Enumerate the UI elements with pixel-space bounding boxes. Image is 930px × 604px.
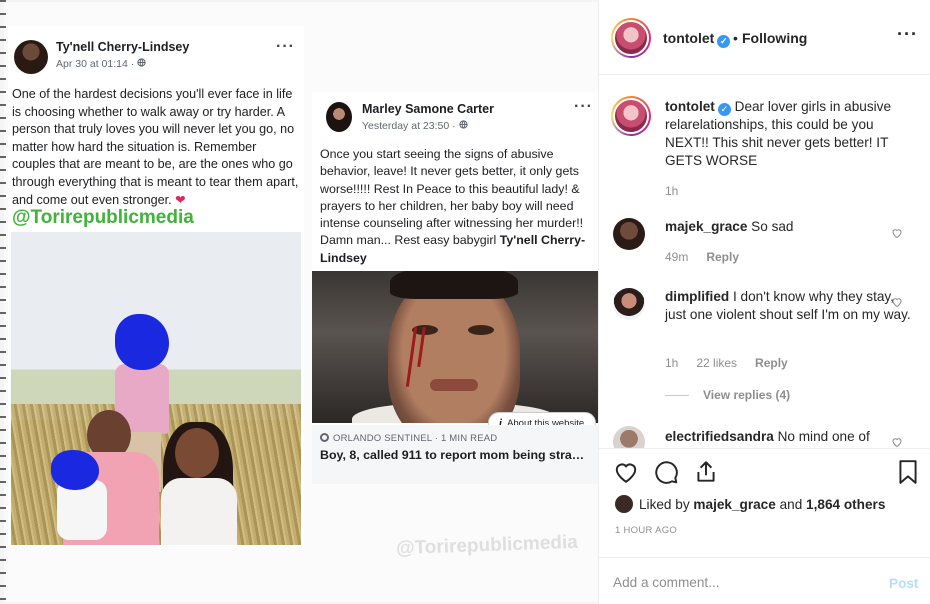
comment-avatar[interactable] (613, 288, 645, 320)
more-options-icon: ··· (574, 98, 593, 115)
comment-text: majek_grace So sad (665, 218, 911, 236)
censor-blob (115, 314, 169, 370)
avatar[interactable] (611, 18, 651, 58)
like-comment-heart-icon[interactable] (891, 436, 903, 448)
mug-eye (468, 325, 494, 335)
caption-username[interactable]: tontolet (665, 99, 715, 114)
more-options-icon: ··· (276, 38, 295, 55)
comment-username[interactable]: majek_grace (665, 219, 747, 234)
comment-body: So sad (751, 219, 794, 234)
like-comment-heart-icon[interactable] (891, 227, 903, 239)
likes-middle: and (775, 497, 807, 512)
verified-badge-icon: ✓ (717, 35, 731, 48)
fb-author-avatar (14, 40, 48, 74)
photo-woman-body (161, 478, 237, 545)
reply-button[interactable]: Reply (755, 356, 788, 370)
mug-hair (390, 271, 518, 299)
mug-mouth (430, 379, 478, 391)
following-button[interactable]: Following (742, 30, 807, 46)
share-icon[interactable] (693, 459, 719, 485)
comment-body: No mind one of (777, 429, 870, 444)
source-icon (320, 433, 329, 442)
comment-avatar[interactable] (613, 426, 645, 448)
action-bar: Liked by majek_grace and 1,864 others 1 … (599, 448, 930, 604)
bookmark-icon[interactable] (895, 459, 921, 485)
like-comment-heart-icon[interactable] (891, 296, 903, 308)
watermark-text: @Torirepublicmedia (12, 207, 194, 229)
link-source: ORLANDO SENTINEL · 1 MIN READ (320, 433, 590, 444)
separator-dot: • (733, 30, 738, 46)
link-title: Boy, 8, called 911 to report mom being s… (320, 448, 590, 462)
news-link-card: ORLANDO SENTINEL · 1 MIN READ Boy, 8, ca… (312, 425, 598, 484)
fb-post-date: Apr 30 at 01:14 · (56, 58, 146, 70)
fb-post-date-text: Yesterday at 23:50 · (362, 120, 459, 132)
globe-icon (458, 120, 468, 129)
liker-avatar[interactable] (615, 495, 633, 513)
post-side-panel: tontolet ✓ • Following ··· tontolet ✓ Dear… (598, 0, 930, 604)
post-header: tontolet ✓ • Following ··· (599, 0, 930, 75)
comment-text: electrifiedsandra No mind one of (665, 428, 911, 446)
caption-time[interactable]: 1h (665, 184, 678, 198)
post-comment-button[interactable]: Post (889, 576, 918, 591)
caption-text: tontolet ✓ Dear lover girls in abusive re… (665, 98, 911, 170)
liker-username[interactable]: majek_grace (693, 497, 775, 512)
avatar-image (613, 98, 649, 134)
fb-author-name: Ty'nell Cherry-Lindsey (56, 40, 190, 54)
fb-post-body: One of the hardest decisions you'll ever… (12, 86, 302, 229)
likes-count[interactable]: 1,864 others (806, 497, 885, 512)
link-source-text: ORLANDO SENTINEL · 1 MIN READ (333, 433, 498, 444)
comments-list[interactable]: tontolet ✓ Dear lover girls in abusive re… (599, 76, 930, 448)
fb-post-screenshot-1: Ty'nell Cherry-Lindsey Apr 30 at 01:14 ·… (8, 26, 304, 546)
fb-post-screenshot-2: Marley Samone Carter Yesterday at 23:50 … (312, 92, 598, 484)
comment-time[interactable]: 1h (665, 356, 678, 370)
view-replies-button[interactable]: View replies (4) (665, 388, 790, 402)
comment-likes[interactable]: 22 likes (696, 356, 737, 370)
fb-post-date-text: Apr 30 at 01:14 · (56, 58, 138, 70)
comment-meta: 1h 22 likes Reply (665, 356, 806, 370)
fb-post-header: Ty'nell Cherry-Lindsey Apr 30 at 01:14 ·… (8, 26, 304, 82)
photo-woman-head (175, 428, 219, 478)
comment-username[interactable]: dimplified (665, 289, 729, 304)
caption-avatar[interactable] (611, 96, 651, 136)
header-username[interactable]: tontolet ✓ (663, 30, 731, 48)
heart-emoji-icon: ❤ (175, 192, 186, 207)
comment-meta: 49m Reply (665, 250, 757, 264)
post-image[interactable]: Ty'nell Cherry-Lindsey Apr 30 at 01:14 ·… (0, 0, 598, 604)
view-replies-text[interactable]: View replies (4) (703, 388, 790, 402)
replies-line (665, 395, 689, 397)
fb-author-name: Marley Samone Carter (362, 102, 495, 116)
paper-edge-decoration (0, 0, 6, 604)
fb-author-avatar (326, 102, 352, 132)
verified-badge-icon: ✓ (717, 103, 731, 116)
family-photo (11, 232, 301, 545)
fb-post-body: Once you start seeing the signs of abusi… (320, 146, 594, 267)
like-heart-icon[interactable] (613, 459, 639, 485)
reply-button[interactable]: Reply (706, 250, 739, 264)
comment-text: dimplified I don't know why they stay, j… (665, 288, 911, 324)
censor-blob (51, 450, 99, 490)
globe-icon (137, 58, 146, 67)
comment-time[interactable]: 49m (665, 250, 688, 264)
header-username-text[interactable]: tontolet (663, 30, 714, 46)
more-options-icon[interactable]: ··· (897, 24, 918, 45)
likes-prefix: Liked by (639, 497, 694, 512)
comment-input[interactable] (613, 568, 873, 596)
post-timestamp[interactable]: 1 HOUR AGO (615, 525, 677, 536)
comment-bubble-icon[interactable] (653, 459, 679, 485)
fb-post-text: One of the hardest decisions you'll ever… (12, 87, 299, 207)
add-comment-bar: Post (599, 557, 930, 604)
fb-post-date: Yesterday at 23:50 · (362, 120, 468, 132)
likes-summary: Liked by majek_grace and 1,864 others (615, 495, 885, 513)
mugshot-photo (312, 271, 598, 423)
comment-username[interactable]: electrifiedsandra (665, 429, 774, 444)
comment-avatar[interactable] (613, 218, 645, 250)
avatar-image (613, 20, 649, 56)
